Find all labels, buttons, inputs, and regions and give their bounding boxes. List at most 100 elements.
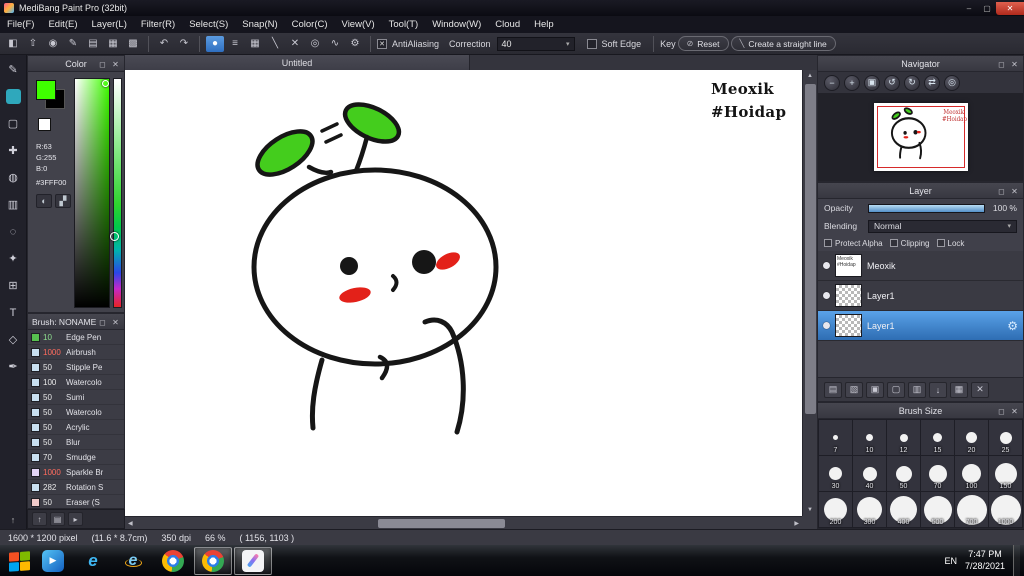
menu-item[interactable]: Edit(E) — [41, 16, 84, 33]
opacity-slider[interactable] — [868, 203, 985, 213]
redo-icon[interactable]: ↷ — [175, 36, 193, 52]
add-folder-icon[interactable]: ▧ — [845, 381, 863, 398]
menu-item[interactable]: View(V) — [335, 16, 382, 33]
tool-strip-up-icon[interactable]: ↑ — [11, 515, 16, 525]
settings-icon[interactable]: ⚙ — [346, 36, 364, 52]
navigator-thumbnail[interactable]: Meoxik #Hoidap — [873, 103, 968, 171]
brush-size-option[interactable]: 20 — [955, 420, 988, 455]
brush-size-option[interactable]: 10 — [853, 420, 886, 455]
undo-icon[interactable]: ↶ — [155, 36, 173, 52]
panel-popout-icon[interactable]: ◻ — [996, 60, 1007, 69]
pen-tool[interactable]: ✎ — [4, 61, 22, 78]
panel-popout-icon[interactable]: ◻ — [97, 60, 108, 69]
drawing-canvas[interactable]: Meoxik #Hoidap — [125, 70, 802, 516]
grid-icon[interactable]: ▦ — [104, 36, 122, 52]
menu-item[interactable]: Window(W) — [425, 16, 488, 33]
chrome-window-icon[interactable] — [194, 546, 232, 575]
document-tab[interactable]: Untitled — [125, 55, 470, 70]
menu-item[interactable]: Layer(L) — [85, 16, 134, 33]
lasso-tool[interactable]: ◌ — [4, 223, 22, 240]
comment-icon[interactable]: ◉ — [44, 36, 62, 52]
panel-close-icon[interactable]: ✕ — [1009, 407, 1020, 416]
shape-tool[interactable]: ⊞ — [4, 277, 22, 294]
delete-layer-icon[interactable]: ✕ — [971, 381, 989, 398]
show-desktop-button[interactable] — [1013, 545, 1020, 576]
rotate-left-icon[interactable]: ↺ — [884, 74, 900, 91]
merge-down-icon[interactable]: ↓ — [929, 381, 947, 398]
brush-shape-icon[interactable]: ● — [206, 35, 224, 52]
halftone-icon[interactable]: ▦ — [246, 36, 264, 52]
brush-list-item[interactable]: 50 Acrylic — [28, 420, 124, 435]
brush-list-item[interactable]: 70 Smudge — [28, 450, 124, 465]
horizontal-scrollbar[interactable]: ◀ ▶ — [125, 516, 802, 529]
navigator-viewport-rect[interactable] — [876, 106, 965, 168]
brush-list-item[interactable]: 10 Edge Pen — [28, 330, 124, 345]
export-icon[interactable]: ⇧ — [24, 36, 42, 52]
clipping-checkbox[interactable]: Clipping — [889, 239, 930, 248]
menu-item[interactable]: File(F) — [0, 16, 41, 33]
menu-item[interactable]: Cloud — [488, 16, 527, 33]
copy-layer-icon[interactable]: ▥ — [908, 381, 926, 398]
text-tool[interactable]: T — [4, 304, 22, 321]
brush-size-option[interactable]: 400 — [887, 492, 920, 527]
sub-color-swatch[interactable] — [38, 118, 51, 131]
pen-settings-icon[interactable]: ✎ — [64, 36, 82, 52]
language-indicator[interactable]: EN — [944, 556, 957, 566]
brush-list-item[interactable]: 282 Rotation S — [28, 480, 124, 495]
duplicate-layer-icon[interactable]: ▣ — [866, 381, 884, 398]
close-button[interactable]: ✕ — [996, 1, 1024, 15]
panel-close-icon[interactable]: ✕ — [1009, 187, 1020, 196]
panel-popout-icon[interactable]: ◻ — [97, 318, 108, 327]
layer-row[interactable]: Meoxik #Hoidap Meoxik — [818, 251, 1023, 281]
brush-list-item[interactable]: 50 Eraser (S — [28, 495, 124, 510]
concentric-circles-icon[interactable]: ◎ — [306, 36, 324, 52]
brush-size-option[interactable]: 150 — [989, 456, 1022, 491]
soft-edge-checkbox[interactable] — [586, 38, 597, 49]
brush-size-option[interactable]: 70 — [921, 456, 954, 491]
correction-select[interactable]: 40 ▾ — [496, 36, 575, 51]
straight-line-button[interactable]: ╲ Create a straight line — [730, 36, 836, 51]
color-wheel-icon[interactable]: ◐ — [36, 194, 52, 208]
brush-size-option[interactable]: 100 — [955, 456, 988, 491]
vertical-scroll-thumb[interactable] — [805, 84, 816, 414]
magic-wand-tool[interactable]: ✦ — [4, 250, 22, 267]
brush-tool[interactable] — [4, 88, 22, 105]
minimize-button[interactable]: – — [960, 2, 978, 15]
scroll-down-icon[interactable]: ▼ — [807, 507, 813, 513]
hue-slider[interactable] — [113, 78, 122, 308]
pan-tool[interactable]: ◇ — [4, 331, 22, 348]
internet-explorer-icon[interactable]: e — [114, 547, 152, 575]
brush-size-option[interactable]: 50 — [887, 456, 920, 491]
maximize-button[interactable]: ▢ — [978, 2, 996, 15]
panel-popout-icon[interactable]: ◻ — [996, 187, 1007, 196]
panel-close-icon[interactable]: ✕ — [1009, 60, 1020, 69]
folder-icon[interactable]: ▢ — [887, 381, 905, 398]
diagonal-line-icon[interactable]: ╲ — [266, 36, 284, 52]
menu-item[interactable]: Select(S) — [182, 16, 235, 33]
edge-icon[interactable]: e — [74, 547, 112, 575]
curve-icon[interactable]: ∿ — [326, 36, 344, 52]
start-button[interactable] — [6, 548, 32, 574]
brush-size-option[interactable]: 40 — [853, 456, 886, 491]
move-tool[interactable]: ✚ — [4, 142, 22, 159]
marquee-tool[interactable]: ▢ — [4, 115, 22, 132]
panel-close-icon[interactable]: ✕ — [110, 318, 121, 327]
lock-checkbox[interactable]: Lock — [936, 239, 964, 248]
palette-swap-icon[interactable]: ▞ — [55, 194, 71, 208]
panel-close-icon[interactable]: ✕ — [110, 60, 121, 69]
brush-list-item[interactable]: 50 Stipple Pe — [28, 360, 124, 375]
foreground-color-swatch[interactable] — [36, 80, 56, 100]
reset-button[interactable]: ⊘ Reset — [677, 36, 729, 51]
brush-size-option[interactable]: 12 — [887, 420, 920, 455]
brush-list-item[interactable]: 50 Sumi — [28, 390, 124, 405]
protect-alpha-checkbox[interactable]: Protect Alpha — [824, 239, 883, 248]
saturation-value-picker[interactable] — [74, 78, 110, 308]
brush-size-option[interactable]: 300 — [853, 492, 886, 527]
scroll-up-icon[interactable]: ▲ — [807, 73, 813, 79]
horizontal-scroll-thumb[interactable] — [378, 519, 505, 528]
scroll-left-icon[interactable]: ◀ — [128, 520, 133, 527]
taskbar-clock[interactable]: 7:47 PM 7/28/2021 — [965, 549, 1005, 572]
add-brush-icon[interactable]: ▤ — [50, 512, 65, 526]
fill-tool[interactable]: ◍ — [4, 169, 22, 186]
eyedropper-tool[interactable]: ✒ — [4, 358, 22, 375]
